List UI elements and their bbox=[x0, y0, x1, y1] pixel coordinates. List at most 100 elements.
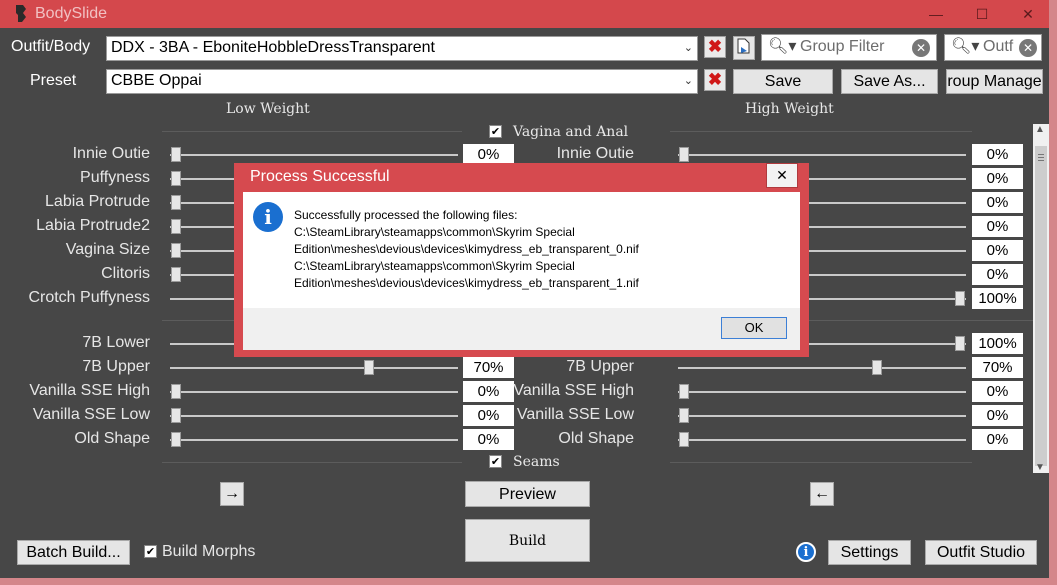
copy-to-high-button[interactable]: → bbox=[220, 482, 244, 506]
build-morphs-label: Build Morphs bbox=[162, 543, 256, 560]
divider bbox=[670, 462, 972, 463]
scroll-down-icon[interactable]: ▼ bbox=[1035, 462, 1045, 473]
low-slider-thumb[interactable] bbox=[171, 147, 181, 162]
outfit-file-button[interactable] bbox=[733, 36, 755, 60]
low-slider-thumb[interactable] bbox=[171, 171, 181, 186]
high-slider-thumb[interactable] bbox=[872, 360, 883, 375]
save-button[interactable]: Save bbox=[733, 69, 833, 94]
high-slider-track[interactable] bbox=[678, 415, 966, 417]
clear-preset-icon[interactable]: ✖ bbox=[704, 69, 726, 91]
clear-group-filter-icon[interactable]: ✕ bbox=[912, 39, 930, 57]
low-slider-track[interactable] bbox=[170, 154, 458, 156]
low-slider-label: Labia Protrude bbox=[45, 193, 150, 210]
minimize-button[interactable]: — bbox=[913, 0, 959, 28]
bodyslide-window: BodySlide — ☐ ✕ Outfit/Body DDX - 3BA - … bbox=[0, 0, 1049, 578]
bodyslide-logo-icon bbox=[16, 5, 26, 22]
high-slider-track[interactable] bbox=[678, 391, 966, 393]
low-slider-thumb[interactable] bbox=[171, 243, 181, 258]
high-slider-value[interactable]: 0% bbox=[972, 381, 1023, 402]
dialog-message-line: Successfully processed the following fil… bbox=[294, 208, 518, 222]
low-slider-label: Old Shape bbox=[74, 430, 150, 447]
maximize-button[interactable]: ☐ bbox=[959, 0, 1005, 28]
low-slider-label: Vanilla SSE High bbox=[29, 382, 150, 399]
scroll-up-icon[interactable]: ▲ bbox=[1035, 124, 1045, 135]
low-slider-thumb[interactable] bbox=[171, 384, 181, 399]
search-icon: 🔍︎▾ bbox=[951, 38, 980, 55]
outfit-body-label: Outfit/Body bbox=[11, 38, 91, 55]
high-slider-value[interactable]: 70% bbox=[972, 357, 1023, 378]
low-slider-thumb[interactable] bbox=[171, 267, 181, 282]
close-button[interactable]: ✕ bbox=[1005, 0, 1051, 28]
high-slider-thumb[interactable] bbox=[679, 384, 689, 399]
dialog-message-line: Edition\meshes\devious\devices\kimydress… bbox=[294, 242, 639, 256]
copy-to-low-button[interactable]: ← bbox=[810, 482, 834, 506]
dialog-message-line: C:\SteamLibrary\steamapps\common\Skyrim … bbox=[294, 259, 575, 273]
dialog-message-line: Edition\meshes\devious\devices\kimydress… bbox=[294, 276, 639, 290]
scrollbar-thumb[interactable] bbox=[1035, 146, 1047, 466]
outfit-filter-placeholder: Outf bbox=[983, 38, 1014, 55]
preview-button[interactable]: Preview bbox=[465, 481, 590, 507]
low-slider-label: Puffyness bbox=[80, 169, 150, 186]
high-slider-value[interactable]: 0% bbox=[972, 144, 1023, 165]
high-slider-thumb[interactable] bbox=[955, 291, 965, 306]
high-slider-value[interactable]: 0% bbox=[972, 168, 1023, 189]
ok-button[interactable]: OK bbox=[721, 317, 787, 339]
high-slider-thumb[interactable] bbox=[679, 147, 689, 162]
low-slider-track[interactable] bbox=[170, 415, 458, 417]
preset-select[interactable]: CBBE Oppai ⌄ bbox=[106, 69, 698, 94]
high-slider-value[interactable]: 0% bbox=[972, 192, 1023, 213]
low-slider-track[interactable] bbox=[170, 367, 458, 369]
outfit-studio-button[interactable]: Outfit Studio bbox=[925, 540, 1037, 565]
low-slider-thumb[interactable] bbox=[171, 408, 181, 423]
high-slider-value[interactable]: 0% bbox=[972, 240, 1023, 261]
high-slider-track[interactable] bbox=[678, 367, 966, 369]
low-slider-thumb[interactable] bbox=[364, 360, 375, 375]
build-button[interactable]: Build bbox=[465, 519, 590, 562]
high-slider-thumb[interactable] bbox=[955, 336, 965, 351]
preset-label: Preset bbox=[30, 72, 77, 89]
low-slider-label: Clitoris bbox=[101, 265, 150, 282]
dialog-message-line: C:\SteamLibrary\steamapps\common\Skyrim … bbox=[294, 225, 575, 239]
settings-button[interactable]: Settings bbox=[828, 540, 911, 565]
title-bar bbox=[0, 0, 1049, 28]
group-manager-button[interactable]: roup Manage bbox=[946, 69, 1043, 94]
high-slider-value[interactable]: 0% bbox=[972, 405, 1023, 426]
low-slider-thumb[interactable] bbox=[171, 219, 181, 234]
divider bbox=[670, 131, 972, 132]
outfit-body-select[interactable]: DDX - 3BA - EboniteHobbleDressTransparen… bbox=[106, 36, 698, 61]
sliders-scrollbar[interactable]: ▲ ▼ bbox=[1033, 124, 1049, 473]
high-slider-value[interactable]: 100% bbox=[972, 288, 1023, 309]
high-slider-track[interactable] bbox=[678, 154, 966, 156]
low-slider-label: Vagina Size bbox=[65, 241, 150, 258]
high-slider-track[interactable] bbox=[678, 439, 966, 441]
high-slider-value[interactable]: 0% bbox=[972, 264, 1023, 285]
high-slider-label: Vanilla SSE High bbox=[513, 382, 634, 399]
low-slider-track[interactable] bbox=[170, 439, 458, 441]
batch-build-button[interactable]: Batch Build... bbox=[17, 540, 130, 565]
clear-outfit-icon[interactable]: ✖ bbox=[704, 36, 726, 58]
outfit-filter-input[interactable]: 🔍︎▾ Outf ✕ bbox=[944, 34, 1042, 61]
high-slider-thumb[interactable] bbox=[679, 408, 689, 423]
high-slider-value[interactable]: 0% bbox=[972, 216, 1023, 237]
clear-outfit-filter-icon[interactable]: ✕ bbox=[1019, 39, 1037, 57]
build-morphs-checkbox[interactable]: ✔ bbox=[144, 545, 157, 558]
high-slider-value[interactable]: 0% bbox=[972, 429, 1023, 450]
high-slider-thumb[interactable] bbox=[679, 432, 689, 447]
search-icon: 🔍︎▾ bbox=[768, 38, 797, 55]
vagina-category-checkbox[interactable]: ✔ bbox=[489, 125, 502, 138]
high-slider-label: Old Shape bbox=[558, 430, 634, 447]
low-slider-track[interactable] bbox=[170, 391, 458, 393]
window-title: BodySlide bbox=[35, 5, 108, 22]
low-weight-header: Low Weight bbox=[226, 101, 310, 117]
low-slider-thumb[interactable] bbox=[171, 195, 181, 210]
info-icon[interactable]: i bbox=[796, 542, 816, 562]
chevron-down-icon: ⌄ bbox=[683, 42, 693, 54]
low-slider-thumb[interactable] bbox=[171, 432, 181, 447]
seams-category-checkbox[interactable]: ✔ bbox=[489, 455, 502, 468]
dialog-close-button[interactable]: ✕ bbox=[766, 163, 798, 188]
group-filter-placeholder: Group Filter bbox=[800, 38, 885, 55]
high-slider-value[interactable]: 100% bbox=[972, 333, 1023, 354]
save-as-button[interactable]: Save As... bbox=[841, 69, 938, 94]
group-filter-input[interactable]: 🔍︎▾ Group Filter ✕ bbox=[761, 34, 937, 61]
vagina-category-label: Vagina and Anal bbox=[513, 124, 629, 140]
